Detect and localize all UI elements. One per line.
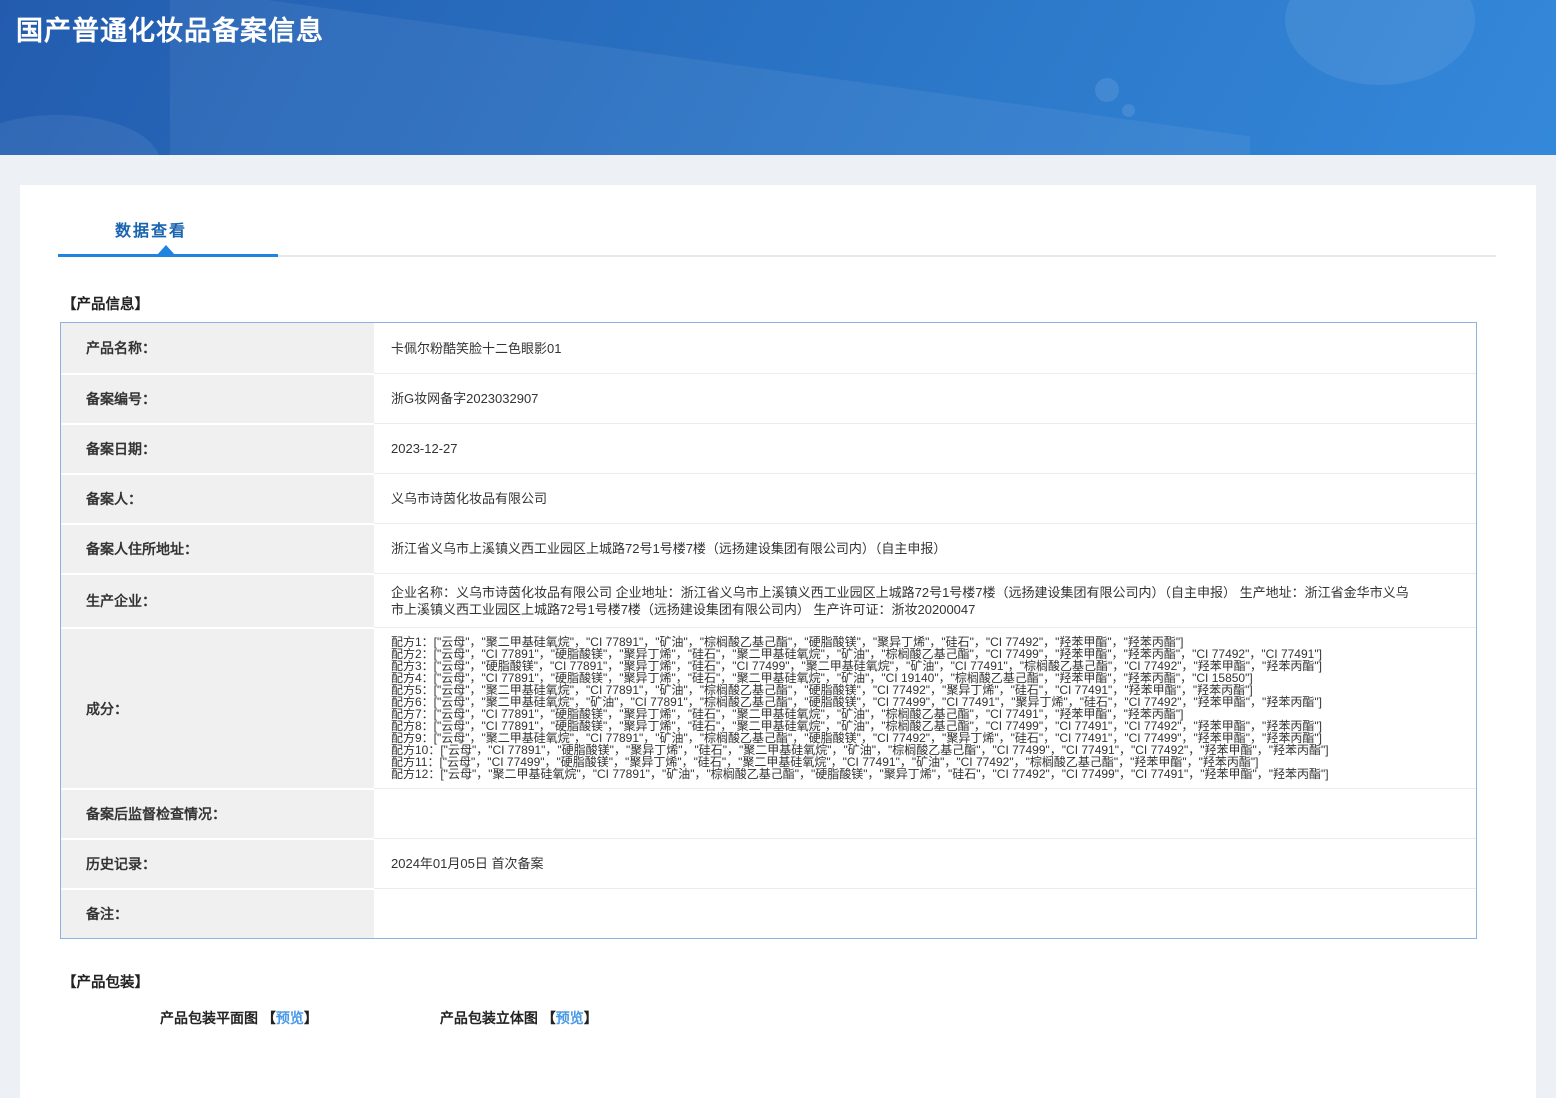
row-value-formula-list: 配方1：["云母"，"聚二甲基硅氧烷"，"CI 77891"，"矿油"，"棕榈酸… xyxy=(374,627,1476,788)
bracket-open: 【 xyxy=(261,1010,276,1026)
table-row-remarks: 备注： xyxy=(61,888,1476,938)
formula-line: 配方12：["云母"，"聚二甲基硅氧烷"，"CI 77891"，"矿油"，"棕榈… xyxy=(391,767,1329,781)
row-label: 备案人： xyxy=(61,473,374,523)
packaging-flat-item: 产品包装平面图 【预览】 xyxy=(160,1008,318,1028)
table-row-manufacturer: 生产企业： 企业名称：义乌市诗茵化妆品有限公司 企业地址：浙江省义乌市上溪镇义西… xyxy=(61,573,1476,627)
row-value: 2023-12-27 xyxy=(374,423,1476,473)
table-row-ingredients: 成分： 配方1：["云母"，"聚二甲基硅氧烷"，"CI 77891"，"矿油"，… xyxy=(61,627,1476,788)
row-label: 备案日期： xyxy=(61,423,374,473)
row-value: 2024年01月05日 首次备案 xyxy=(374,838,1476,888)
table-row-registrant: 备案人： 义乌市诗茵化妆品有限公司 xyxy=(61,473,1476,523)
row-value: 义乌市诗茵化妆品有限公司 xyxy=(374,473,1476,523)
header-decoration-circle xyxy=(1122,104,1135,117)
page-title: 国产普通化妆品备案信息 xyxy=(16,16,324,46)
table-row-registration-number: 备案编号： 浙G妆网备字2023032907 xyxy=(61,373,1476,423)
row-value xyxy=(374,888,1476,938)
row-value xyxy=(374,788,1476,838)
row-label: 生产企业： xyxy=(61,573,374,627)
tab-data-view[interactable]: 数据查看 xyxy=(115,217,187,255)
tab-bar: 数据查看 xyxy=(58,217,1496,257)
row-value: 浙江省义乌市上溪镇义西工业园区上城路72号1号楼7楼（远扬建设集团有限公司内）（… xyxy=(374,523,1476,573)
bracket-close: 】 xyxy=(303,1010,318,1026)
page-header: 国产普通化妆品备案信息 xyxy=(0,0,1556,155)
table-row-product-name: 产品名称： 卡佩尔粉酷笑脸十二色眼影01 xyxy=(61,323,1476,373)
content-card: 数据查看 【产品信息】 产品名称： 卡佩尔粉酷笑脸十二色眼影01 备案编号： 浙… xyxy=(20,185,1536,1098)
row-value: 浙G妆网备字2023032907 xyxy=(374,373,1476,423)
row-label: 备注： xyxy=(61,888,374,938)
preview-flat-link[interactable]: 预览 xyxy=(276,1010,304,1026)
bracket-close: 】 xyxy=(583,1010,598,1026)
section-title-product-info: 【产品信息】 xyxy=(62,297,149,313)
row-value: 卡佩尔粉酷笑脸十二色眼影01 xyxy=(391,340,562,356)
row-label: 备案编号： xyxy=(61,373,374,423)
tab-underline xyxy=(58,245,1496,257)
table-row-history: 历史记录： 2024年01月05日 首次备案 xyxy=(61,838,1476,888)
tab-arrow-icon xyxy=(157,245,175,255)
row-value: 企业名称：义乌市诗茵化妆品有限公司 企业地址：浙江省义乌市上溪镇义西工业园区上城… xyxy=(374,573,1476,627)
section-title-packaging: 【产品包装】 xyxy=(62,975,149,991)
bracket-open: 【 xyxy=(541,1010,556,1026)
packaging-flat-label: 产品包装平面图 xyxy=(160,1010,258,1026)
packaging-3d-label: 产品包装立体图 xyxy=(439,1010,538,1026)
row-label: 产品名称： xyxy=(61,323,374,373)
row-label: 成分： xyxy=(61,627,374,788)
row-label: 备案人住所地址： xyxy=(61,523,374,573)
table-row-registration-date: 备案日期： 2023-12-27 xyxy=(61,423,1476,473)
row-label: 历史记录： xyxy=(61,838,374,888)
packaging-links-row: 产品包装平面图 【预览】 产品包装立体图 【预览】 xyxy=(160,1008,1496,1028)
product-info-table: 产品名称： 卡佩尔粉酷笑脸十二色眼影01 备案编号： 浙G妆网备字2023032… xyxy=(60,322,1477,939)
row-label: 备案后监督检查情况： xyxy=(61,788,374,838)
preview-3d-link[interactable]: 预览 xyxy=(556,1010,584,1026)
packaging-3d-item: 产品包装立体图 【预览】 xyxy=(440,1008,598,1028)
header-decoration-circle xyxy=(1095,78,1119,102)
table-row-registrant-address: 备案人住所地址： 浙江省义乌市上溪镇义西工业园区上城路72号1号楼7楼（远扬建设… xyxy=(61,523,1476,573)
header-decoration-ellipse xyxy=(0,115,160,155)
table-row-supervision-check: 备案后监督检查情况： xyxy=(61,788,1476,838)
